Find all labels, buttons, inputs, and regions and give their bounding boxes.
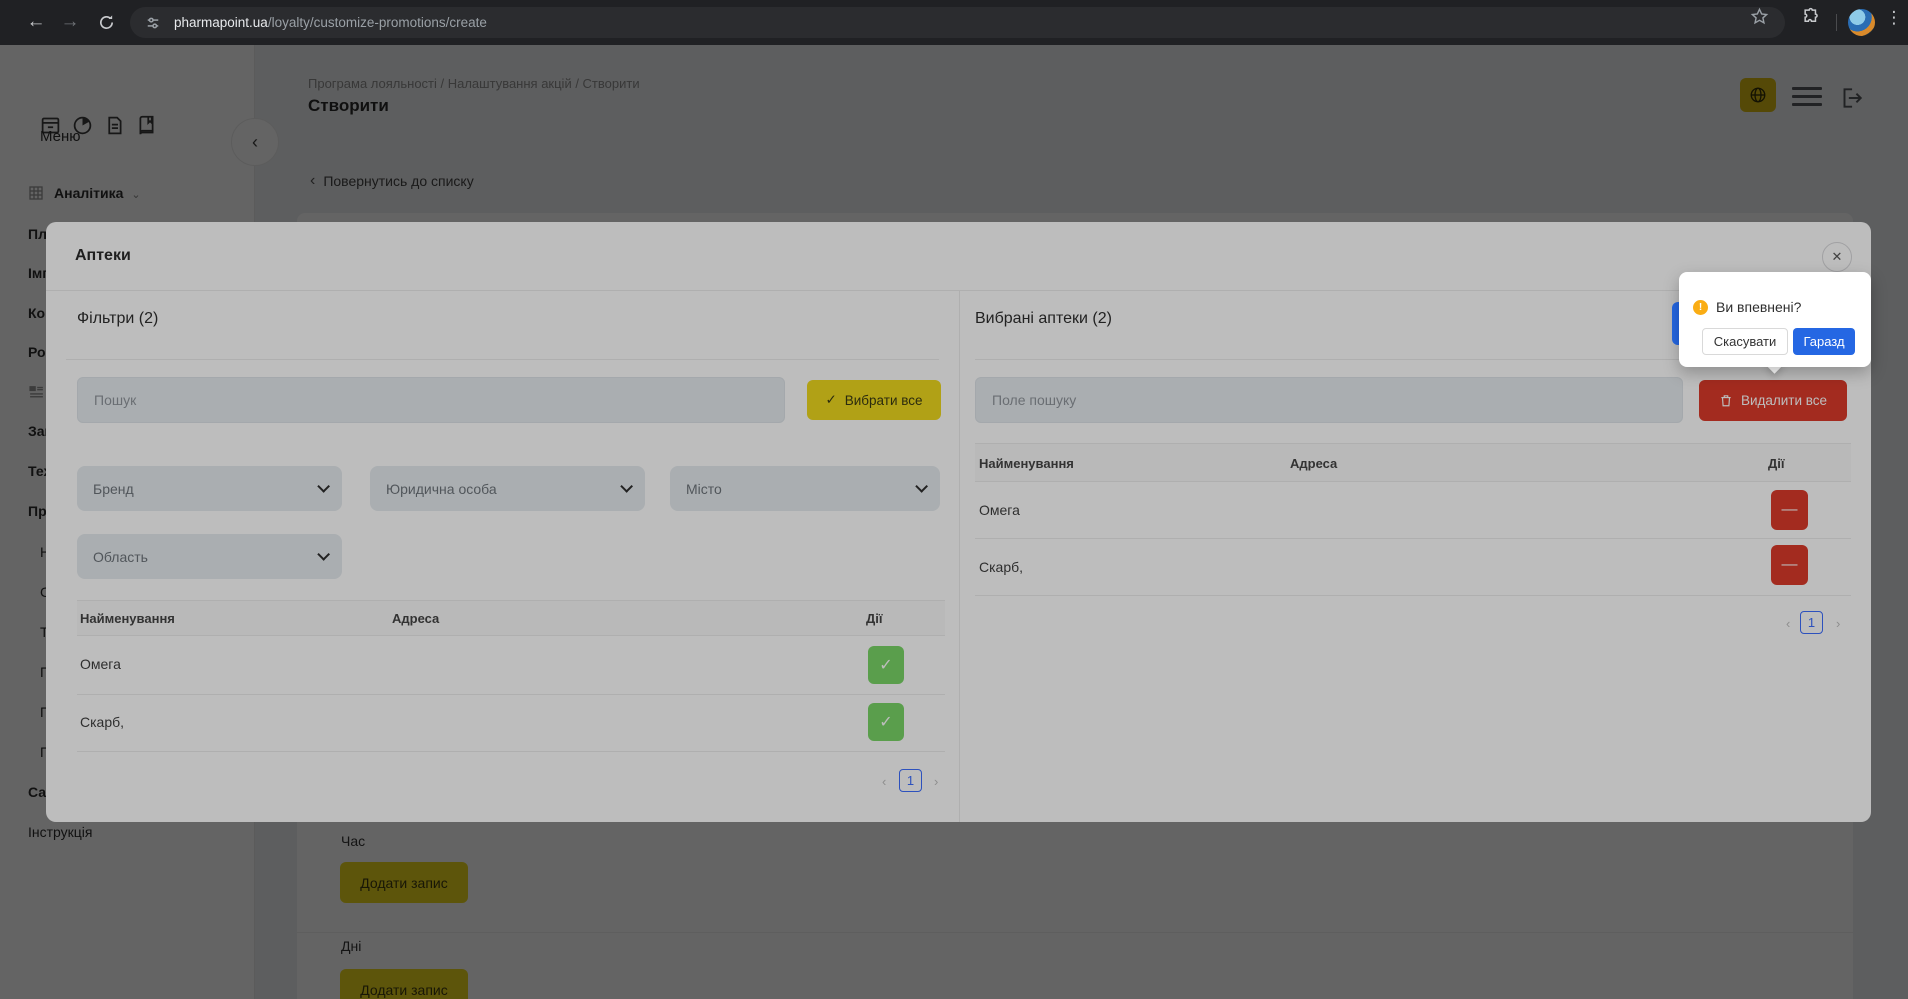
popconfirm: ! Ви впевнені? Скасувати Гаразд (1679, 272, 1871, 367)
url-path: /loyalty/customize-promotions/create (268, 15, 487, 30)
bookmark-star-icon[interactable] (1750, 7, 1769, 26)
popconfirm-cancel-button[interactable]: Скасувати (1702, 328, 1788, 355)
browser-profile-avatar[interactable] (1848, 9, 1875, 36)
toolbar-separator (1836, 14, 1837, 31)
url-domain: pharmapoint.ua (174, 15, 268, 30)
extensions-icon[interactable] (1802, 7, 1821, 26)
browser-back-icon[interactable]: ← (22, 8, 50, 36)
popconfirm-mask (0, 45, 1908, 999)
browser-menu-icon[interactable]: ⋮ (1884, 8, 1904, 28)
address-bar[interactable]: pharmapoint.ua/loyalty/customize-promoti… (130, 7, 1785, 38)
warning-icon: ! (1693, 300, 1708, 315)
browser-toolbar: ← → pharmapoint.ua/loyalty/customize-pro… (0, 0, 1908, 45)
screen: ← → pharmapoint.ua/loyalty/customize-pro… (0, 0, 1908, 999)
browser-forward-icon[interactable]: → (56, 8, 84, 36)
popconfirm-question: Ви впевнені? (1716, 299, 1801, 315)
popconfirm-ok-button[interactable]: Гаразд (1793, 328, 1855, 355)
url-text: pharmapoint.ua/loyalty/customize-promoti… (174, 15, 487, 30)
site-info-icon[interactable] (146, 16, 160, 30)
browser-reload-icon[interactable] (92, 8, 120, 36)
reload-glyph (98, 14, 115, 31)
